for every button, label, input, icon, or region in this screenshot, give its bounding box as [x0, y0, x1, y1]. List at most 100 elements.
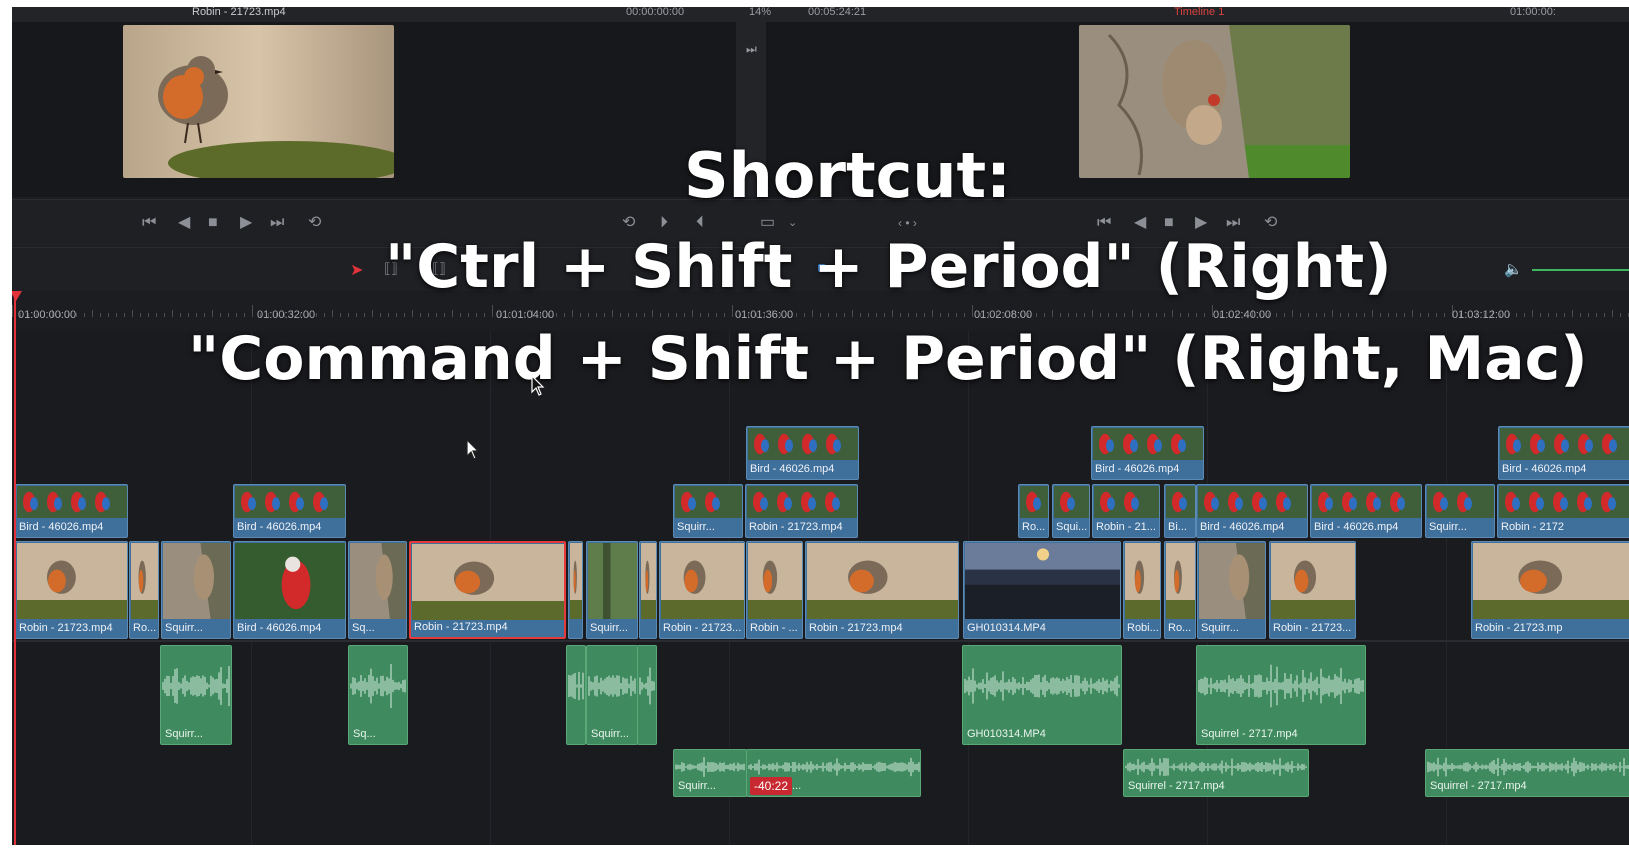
- tl-stop-icon[interactable]: ■: [1164, 215, 1174, 231]
- tl-play-icon[interactable]: ▶: [1195, 215, 1207, 231]
- a1-audio-clip[interactable]: Sq...: [348, 645, 408, 745]
- a1-audio-clip[interactable]: Squirr...: [160, 645, 232, 745]
- chevron-down-icon[interactable]: ⌄: [788, 215, 797, 231]
- tl-loop-icon[interactable]: ⟲: [1264, 215, 1277, 231]
- zoom-dropdown[interactable]: 14%: [749, 7, 771, 18]
- volume-slider[interactable]: [1532, 269, 1629, 271]
- stop-icon[interactable]: ■: [208, 215, 218, 231]
- v1-track-clip[interactable]: Robin - ...: [746, 541, 803, 639]
- ruler-tick: [156, 313, 157, 317]
- v3-track-clip[interactable]: Bird - 46026.mp4: [746, 426, 859, 480]
- next-frame-icon[interactable]: ⏭: [746, 42, 757, 57]
- tl-jump-start-icon[interactable]: ⏮: [1097, 215, 1111, 231]
- tl-jump-end-icon[interactable]: ⏭: [1226, 215, 1240, 231]
- ruler-tick: [380, 313, 381, 317]
- v1-track-clip[interactable]: Squirr...: [586, 541, 638, 639]
- v2-track-clip[interactable]: Squirr...: [1425, 484, 1495, 538]
- ruler-tick: [1604, 313, 1605, 317]
- v2-track-clip[interactable]: Bird - 46026.mp4: [233, 484, 346, 538]
- ruler-tick: [724, 313, 725, 317]
- clip-name: Robin - 21723.mp4: [749, 521, 843, 533]
- clip-name: Ro...: [1022, 521, 1046, 533]
- clip-thumbnail: [350, 543, 406, 619]
- clip-name: Squirr...: [165, 622, 203, 634]
- nav-dots-icon[interactable]: ‹ • ›: [898, 215, 917, 231]
- clip-name: Ro...: [133, 622, 156, 634]
- match-frame-icon[interactable]: ⟲: [622, 215, 635, 231]
- a1-audio-clip[interactable]: Squirrel - 2717.mp4: [1196, 645, 1366, 745]
- ruler-label: 01:01:36:00: [735, 309, 794, 321]
- ruler-tick: [116, 313, 117, 317]
- v1-track-clip[interactable]: [568, 541, 583, 639]
- v1-track-clip[interactable]: Ro...: [129, 541, 159, 639]
- ruler-label: 01:00:00:00: [18, 309, 77, 321]
- v2-track-clip[interactable]: Bird - 46026.mp4: [1196, 484, 1308, 538]
- mark-out-icon[interactable]: ⏴: [696, 215, 704, 231]
- play-icon[interactable]: ▶: [240, 215, 252, 231]
- ruler-tick: [420, 313, 421, 317]
- mark-in-icon[interactable]: ⏵: [660, 215, 668, 231]
- v2-track-clip[interactable]: Squirr...: [673, 484, 743, 538]
- v1-track-clip[interactable]: Robin - 21723.mp4: [15, 541, 128, 639]
- a2-audio-clip[interactable]: Squirrel - 2717.mp4: [1425, 749, 1629, 797]
- ruler-tick: [252, 305, 253, 317]
- playhead-marker[interactable]: [12, 291, 22, 301]
- ruler-tick: [940, 313, 941, 317]
- ruler-tick: [1548, 313, 1549, 317]
- clip-thumbnail: [661, 543, 744, 619]
- v1-track-clip[interactable]: Bird - 46026.mp4: [233, 541, 346, 639]
- source-viewer[interactable]: [12, 22, 736, 197]
- volume-icon[interactable]: 🔈: [1504, 260, 1523, 278]
- v2-track-clip[interactable]: Robin - 2172: [1497, 484, 1629, 538]
- ruler-tick: [412, 310, 413, 317]
- v1-track-clip[interactable]: Robin - 21723...: [659, 541, 745, 639]
- audio-waveform: [587, 658, 637, 714]
- playhead[interactable]: [14, 291, 16, 845]
- v1-track-clip[interactable]: Squirr...: [161, 541, 231, 639]
- timeline-name[interactable]: Timeline 1: [1174, 7, 1224, 18]
- clip-thumbnail: [807, 543, 958, 619]
- ruler-tick: [220, 313, 221, 317]
- clip-thumbnail: [1427, 486, 1494, 518]
- jump-end-icon[interactable]: ⏭: [270, 215, 284, 231]
- a1-audio-clip[interactable]: [566, 645, 586, 745]
- v2-track-clip[interactable]: Bird - 46026.mp4: [1310, 484, 1422, 538]
- v1-track-clip[interactable]: GH010314.MP4: [963, 541, 1121, 639]
- v2-track-clip[interactable]: Bird - 46026.mp4: [15, 484, 128, 538]
- clip-name: Robi...: [1127, 622, 1158, 634]
- a2-audio-clip[interactable]: Squirr...: [673, 749, 747, 797]
- ruler-label: 01:03:12:00: [1452, 309, 1511, 321]
- selection-tool-icon[interactable]: ➤: [350, 260, 363, 280]
- ruler-tick: [1316, 313, 1317, 317]
- a1-audio-clip[interactable]: GH010314.MP4: [962, 645, 1122, 745]
- clip-thumbnail: [1312, 486, 1421, 518]
- v1-track-clip[interactable]: Robin - 21723.mp: [1471, 541, 1629, 639]
- ruler-tick: [1044, 313, 1045, 317]
- v1-track-clip[interactable]: Squirr...: [1197, 541, 1266, 639]
- v2-track-clip[interactable]: Bi...: [1164, 484, 1196, 538]
- jump-start-icon[interactable]: ⏮: [142, 215, 156, 231]
- viewer-overlay-icon[interactable]: ▭: [760, 215, 775, 231]
- a2-audio-clip[interactable]: Squirrel - 2717.mp4: [1123, 749, 1309, 797]
- v1-track-clip[interactable]: Ro...: [1164, 541, 1196, 639]
- v1-track-clip[interactable]: Robin - 21723.mp4: [805, 541, 959, 639]
- reverse-icon[interactable]: ◀: [178, 215, 190, 231]
- v1-track-clip[interactable]: Robin - 21723...: [1269, 541, 1356, 639]
- ruler-tick: [396, 313, 397, 317]
- ruler-tick: [388, 313, 389, 317]
- a1-audio-clip[interactable]: Squirr...: [586, 645, 638, 745]
- loop-icon[interactable]: ⟲: [308, 215, 321, 231]
- v1-track-clip[interactable]: Sq...: [348, 541, 407, 639]
- v2-track-clip[interactable]: Robin - 21723.mp4: [745, 484, 858, 538]
- source-clip-name[interactable]: Robin - 21723.mp4: [192, 7, 286, 18]
- v2-track-clip[interactable]: Robin - 21...: [1092, 484, 1160, 538]
- v1-track-clip[interactable]: Robi...: [1123, 541, 1161, 639]
- a1-audio-clip[interactable]: [637, 645, 657, 745]
- v2-track-clip[interactable]: Ro...: [1018, 484, 1049, 538]
- v1-track-clip[interactable]: Robin - 21723.mp4: [409, 541, 566, 639]
- v1-track-clip[interactable]: [639, 541, 657, 639]
- tl-reverse-icon[interactable]: ◀: [1134, 215, 1146, 231]
- v3-track-clip[interactable]: Bird - 46026.mp4: [1498, 426, 1629, 480]
- v3-track-clip[interactable]: Bird - 46026.mp4: [1091, 426, 1204, 480]
- v2-track-clip[interactable]: Squi...: [1052, 484, 1090, 538]
